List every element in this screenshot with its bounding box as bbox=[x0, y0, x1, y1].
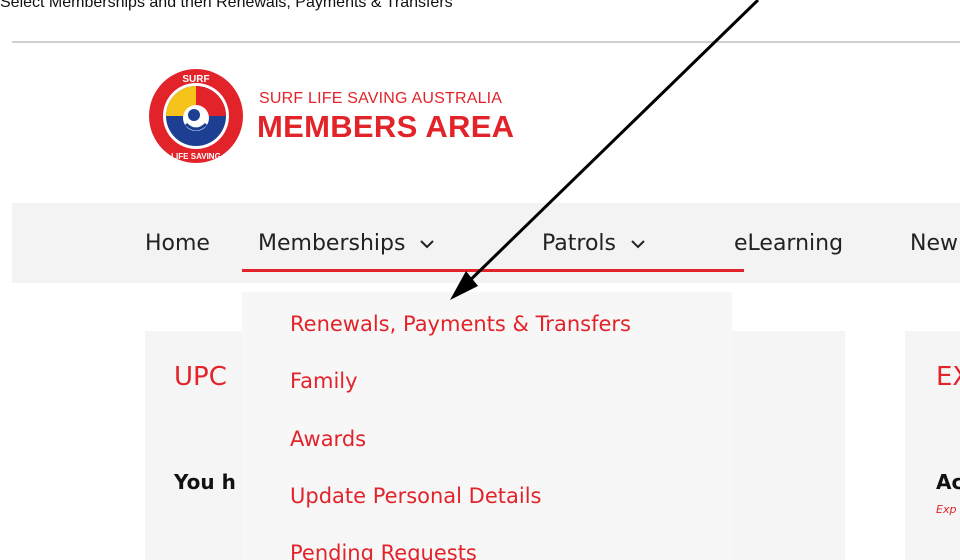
chevron-down-icon bbox=[420, 240, 435, 249]
upcoming-heading: UPC bbox=[174, 362, 227, 392]
menu-family[interactable]: Family bbox=[290, 369, 358, 393]
menu-awards[interactable]: Awards bbox=[290, 427, 366, 451]
menu-update-personal-details[interactable]: Update Personal Details bbox=[290, 484, 541, 508]
badge-bottom-text: LIFE SAVING bbox=[171, 152, 221, 161]
main-nav: Home Memberships Patrols eLearning New bbox=[12, 203, 960, 283]
menu-renewals-payments-transfers[interactable]: Renewals, Payments & Transfers bbox=[290, 312, 631, 336]
nav-patrols-label: Patrols bbox=[542, 231, 616, 256]
caption-text: Select Memberships and then Renewals, Pa… bbox=[0, 0, 453, 11]
active-nav-underline bbox=[242, 269, 744, 272]
chevron-down-icon bbox=[631, 240, 645, 249]
upcoming-text: You h bbox=[174, 470, 236, 494]
badge-top-text: SURF bbox=[182, 74, 209, 85]
surf-life-saving-badge-icon: SURF LIFE SAVING bbox=[149, 69, 243, 163]
nav-elearning-label: eLearning bbox=[734, 231, 844, 256]
logo-line1: SURF LIFE SAVING AUSTRALIA bbox=[259, 90, 503, 107]
nav-elearning[interactable]: eLearning bbox=[734, 231, 843, 256]
nav-home-label: Home bbox=[145, 231, 210, 256]
expiring-heading: EX bbox=[936, 362, 960, 392]
nav-patrols[interactable]: Patrols bbox=[542, 231, 646, 256]
logo-line2: MEMBERS AREA bbox=[257, 109, 515, 144]
instruction-caption: Select Memberships and then Renewals, Pa… bbox=[0, 0, 700, 14]
menu-pending-requests[interactable]: Pending Requests bbox=[290, 541, 477, 560]
nav-news[interactable]: New bbox=[910, 231, 958, 256]
site-logo[interactable]: SURF LIFE SAVING SURF LIFE SAVING AUSTRA… bbox=[146, 66, 546, 163]
nav-home[interactable]: Home bbox=[145, 231, 210, 256]
nav-memberships-label: Memberships bbox=[258, 231, 406, 256]
nav-news-label: New bbox=[910, 231, 958, 256]
nav-memberships[interactable]: Memberships bbox=[258, 231, 435, 256]
memberships-dropdown: Renewals, Payments & Transfers Family Aw… bbox=[242, 292, 732, 560]
expiring-text: Ac bbox=[936, 470, 960, 494]
top-divider bbox=[12, 41, 960, 43]
expiring-subtext: Exp bbox=[936, 503, 957, 516]
